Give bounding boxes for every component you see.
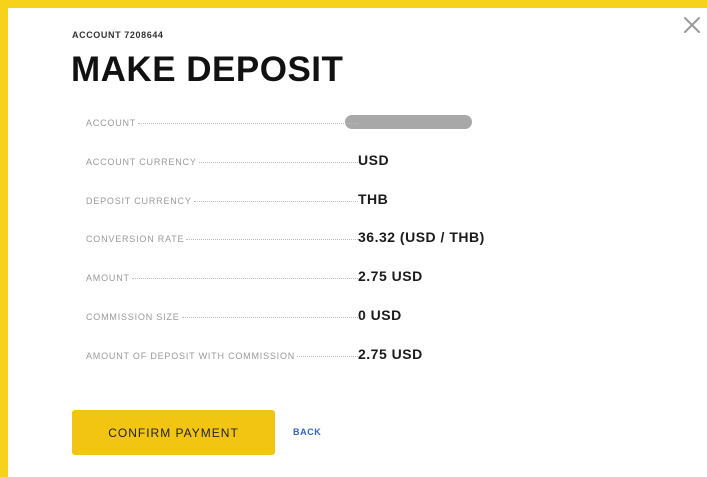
detail-row-conversion-rate: CONVERSION RATE 36.32 (USD / THB): [86, 227, 646, 266]
detail-row-account-currency: ACCOUNT CURRENCY USD: [86, 150, 646, 189]
detail-value: THB: [358, 190, 389, 207]
detail-label: DEPOSIT CURRENCY: [86, 195, 192, 206]
detail-label: ACCOUNT CURRENCY: [86, 156, 197, 167]
detail-label: AMOUNT OF DEPOSIT WITH COMMISSION: [86, 350, 296, 361]
detail-row-amount: AMOUNT 2.75 USD: [86, 266, 646, 305]
deposit-details: ACCOUNT ACCOUNT CURRENCY USD DEPOSIT CUR…: [86, 111, 646, 383]
leader-dots: [131, 278, 358, 280]
detail-value: 2.75 USD: [358, 268, 423, 285]
detail-label: CONVERSION RATE: [86, 234, 185, 245]
detail-label: COMMISSION SIZE: [86, 311, 180, 322]
leader-dots: [138, 123, 358, 124]
leader-dots: [181, 316, 358, 318]
detail-row-amount-with-commission: AMOUNT OF DEPOSIT WITH COMMISSION 2.75 U…: [86, 344, 646, 383]
detail-row-deposit-currency: DEPOSIT CURRENCY THB: [86, 189, 646, 228]
back-link[interactable]: BACK: [293, 427, 321, 437]
detail-label: ACCOUNT: [86, 118, 137, 128]
close-icon[interactable]: [681, 14, 703, 36]
page-title: MAKE DEPOSIT: [71, 50, 344, 89]
leader-dots: [297, 355, 358, 357]
detail-label: AMOUNT: [86, 273, 130, 284]
detail-row-commission-size: COMMISSION SIZE 0 USD: [86, 305, 646, 344]
account-number-label: ACCOUNT 7208644: [72, 30, 164, 40]
detail-value: 2.75 USD: [358, 345, 423, 362]
deposit-modal: ACCOUNT 7208644 MAKE DEPOSIT ACCOUNT ACC…: [8, 8, 707, 477]
detail-value: 0 USD: [358, 306, 402, 323]
detail-value: 36.32 (USD / THB): [358, 229, 485, 246]
detail-value: USD: [358, 151, 390, 168]
leader-dots: [186, 239, 358, 241]
redacted-account-value: [345, 115, 472, 129]
leader-dots: [198, 161, 358, 163]
leader-dots: [193, 200, 358, 202]
confirm-payment-button[interactable]: CONFIRM PAYMENT: [72, 410, 275, 455]
detail-row-account: ACCOUNT: [86, 111, 646, 150]
